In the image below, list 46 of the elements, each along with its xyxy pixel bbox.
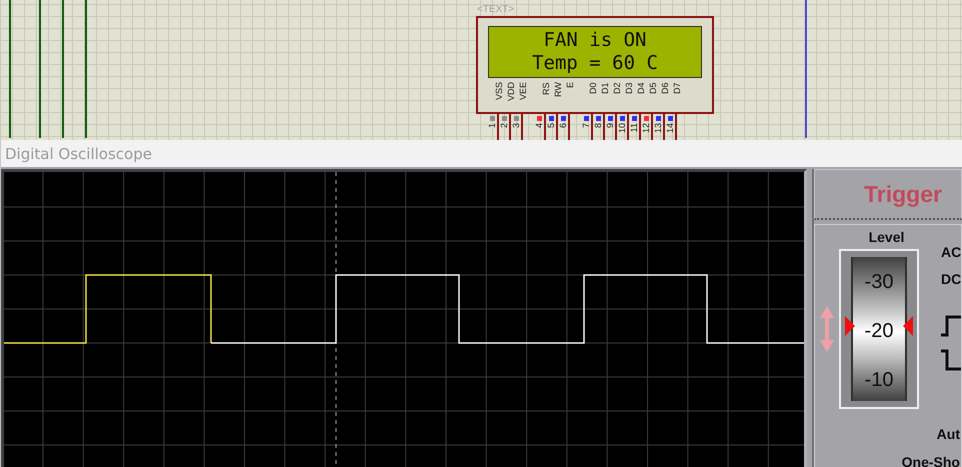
level-drum[interactable]: -30 -20 -10 (839, 249, 919, 409)
pin-label: D3 (623, 82, 635, 96)
lcd-text: Temp = 60 C (532, 52, 658, 75)
pin-label: VSS (493, 82, 505, 102)
pin-label: D4 (635, 82, 647, 96)
pin-label: D1 (599, 82, 611, 96)
pin-number: 13 (653, 123, 663, 134)
pin-label: D5 (647, 82, 659, 96)
pin-label: D6 (659, 82, 671, 96)
coupling-option[interactable]: AC (941, 239, 962, 266)
pin-number: 6 (558, 123, 568, 128)
pin-number: 4 (534, 123, 544, 128)
level-label: Level (868, 229, 904, 245)
pin-number: 3 (511, 123, 521, 128)
pin-number: 12 (641, 123, 651, 134)
edge-icon[interactable] (941, 315, 961, 371)
scale-label: -20 (864, 320, 894, 342)
pin-number: 9 (605, 123, 615, 128)
trigger-marker-icon (845, 316, 855, 336)
window-title: Digital Oscilloscope (5, 144, 152, 162)
pin-label: VEE (517, 82, 529, 102)
scale-label: -30 (864, 270, 894, 294)
pin-label: RW (552, 82, 564, 99)
pin-label: RS (540, 82, 552, 97)
pin-label: VDD (505, 82, 517, 104)
pin-label: D0 (587, 82, 599, 96)
component-reference: <TEXT> (477, 4, 514, 15)
pin-number: 7 (581, 123, 591, 128)
pin-label: E (564, 82, 576, 90)
trigger-mode[interactable]: One-Sho (902, 454, 960, 467)
pin-number: 8 (593, 123, 603, 128)
scale-label: -10 (864, 368, 894, 392)
coupling-option[interactable]: DC (941, 266, 962, 293)
pin-number: 14 (665, 123, 675, 134)
pin-label: D7 (671, 82, 683, 96)
pin-number: 11 (629, 123, 639, 132)
trigger-title: Trigger (864, 180, 942, 208)
lcd-module[interactable]: FAN is ON Temp = 60 C VSS VDD VEE RS RW E D0 D1 D2 D3 D4 D5 D6 D7 (476, 16, 714, 114)
lcd-text: FAN is ON (544, 29, 646, 52)
pin-label: D2 (611, 82, 623, 96)
trigger-marker-icon (903, 316, 913, 336)
trigger-mode[interactable]: Aut (936, 426, 960, 442)
pin-number: 1 (487, 123, 497, 128)
pin-number: 10 (617, 123, 627, 134)
pin-number: 2 (499, 123, 509, 128)
pin-number: 5 (546, 123, 556, 128)
